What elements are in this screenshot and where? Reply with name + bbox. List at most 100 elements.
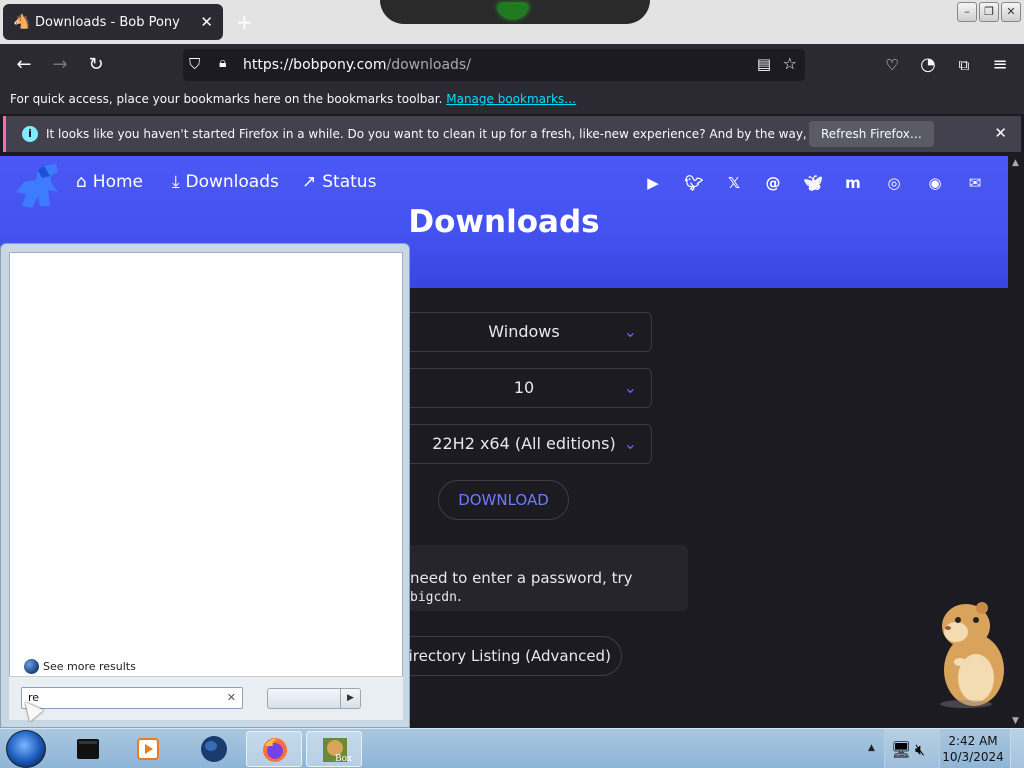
reload-icon[interactable]: ↻	[84, 53, 108, 77]
trending-icon: ↗	[302, 172, 317, 192]
clear-search-icon[interactable]: ✕	[227, 691, 236, 704]
taskbar-app-globe[interactable]	[186, 731, 242, 767]
url-bar[interactable]: ⛉ 🔒︎ https://bobpony.com/downloads/ ▤ ☆	[183, 49, 805, 81]
page-scrollbar[interactable]: ▲ ▼	[1008, 156, 1024, 728]
build-select-value: 22H2 x64 (All editions)	[432, 434, 616, 453]
download-icon: ⤓	[172, 172, 180, 192]
url-host: https://bobpony.com	[243, 57, 387, 73]
discord-icon[interactable]: ◎	[883, 172, 905, 194]
refresh-firefox-button[interactable]: Refresh Firefox…	[809, 121, 934, 147]
hamster-mascot-image[interactable]	[920, 598, 1010, 710]
clock-time: 2:42 AM	[948, 734, 998, 748]
show-desktop-button[interactable]	[1010, 729, 1024, 768]
url-text[interactable]: https://bobpony.com/downloads/	[243, 57, 471, 73]
url-path: /downloads/	[386, 57, 471, 73]
chevron-down-icon: ⌄	[623, 322, 637, 341]
forward-arrow-icon[interactable]: →	[48, 53, 72, 77]
mastodon-icon[interactable]: m	[842, 172, 864, 194]
see-more-results-label: See more results	[43, 660, 136, 673]
start-menu-results-panel: See more results	[9, 252, 403, 720]
clock-date: 10/3/2024	[942, 750, 1004, 764]
tray-overflow-arrow-icon[interactable]: ▲	[868, 743, 875, 753]
globe-icon	[201, 736, 227, 762]
system-tray: 🖥︎ 🔇︎	[884, 729, 940, 768]
taskbar-app-box[interactable]: Box	[306, 731, 362, 767]
extensions-icon[interactable]: ⧉	[952, 53, 976, 77]
navigation-toolbar: ← → ↻ ⛉ 🔒︎ https://bobpony.com/downloads…	[0, 44, 1024, 86]
info-icon: i	[22, 126, 38, 142]
network-icon[interactable]: 🖥︎	[891, 740, 911, 759]
shutdown-button[interactable]: ▶	[267, 688, 361, 709]
lock-icon[interactable]: 🔒︎	[219, 55, 226, 71]
taskbar-app-terminal[interactable]	[60, 731, 116, 767]
os-select-value: Windows	[488, 322, 560, 341]
back-arrow-icon[interactable]: ←	[12, 53, 36, 77]
new-tab-button[interactable]: +	[236, 10, 253, 34]
chevron-down-icon: ⌄	[623, 434, 637, 453]
see-more-results-link[interactable]: See more results	[24, 659, 136, 674]
bookmark-star-icon[interactable]: ☆	[783, 54, 797, 73]
taskbar-app-firefox[interactable]	[246, 731, 302, 767]
manage-bookmarks-link[interactable]: Manage bookmarks…	[446, 92, 576, 106]
home-icon: ⌂	[76, 172, 87, 192]
tab-strip: 🐴 Downloads - Bob Pony ✕ + – ❐ ✕	[0, 0, 1024, 44]
version-select[interactable]: 10 ⌄	[396, 368, 652, 408]
bookmarks-toolbar: For quick access, place your bookmarks h…	[0, 86, 1024, 114]
search-globe-icon	[24, 659, 39, 674]
box-label: Box	[335, 754, 353, 764]
email-icon[interactable]: ✉	[964, 172, 986, 194]
close-notification-icon[interactable]: ✕	[994, 124, 1007, 142]
account-icon[interactable]: ◔	[916, 53, 940, 77]
nav-downloads-link[interactable]: ⤓ Downloads	[172, 172, 279, 192]
twitter-icon[interactable]: 🐦︎	[683, 172, 705, 194]
os-select[interactable]: Windows ⌄	[396, 312, 652, 352]
nav-downloads-label: Downloads	[185, 172, 279, 192]
nav-home-link[interactable]: ⌂ Home	[76, 172, 143, 192]
minimize-button[interactable]: –	[957, 2, 977, 22]
nav-status-label: Status	[322, 172, 377, 192]
download-button[interactable]: DOWNLOAD	[438, 480, 569, 520]
frame-glow	[498, 4, 528, 18]
password-code: bigcdn	[410, 590, 457, 605]
start-menu: See more results re ✕ ▶	[0, 243, 410, 728]
taskbar-clock[interactable]: 2:42 AM 10/3/2024	[938, 733, 1008, 765]
reader-view-icon[interactable]: ▤	[757, 55, 771, 73]
github-icon[interactable]: ◉	[924, 172, 946, 194]
notification-text: It looks like you haven't started Firefo…	[46, 127, 902, 141]
password-hint-end: .	[456, 587, 462, 605]
volume-icon[interactable]: 🔇︎	[915, 740, 925, 760]
pocket-icon[interactable]: ♡	[880, 53, 904, 77]
tab-close-icon[interactable]: ✕	[200, 13, 213, 31]
bluesky-icon[interactable]: 🦋︎	[802, 172, 824, 194]
page-title: Downloads	[408, 204, 600, 240]
bobpony-favicon-icon: 🐴	[13, 14, 31, 30]
shield-icon[interactable]: ⛉	[189, 55, 200, 73]
close-window-button[interactable]: ✕	[1001, 2, 1021, 22]
scroll-up-icon[interactable]: ▲	[1012, 158, 1019, 168]
start-button[interactable]	[6, 730, 46, 768]
black-box-icon	[77, 739, 99, 759]
nav-home-label: Home	[92, 172, 143, 192]
browser-tab[interactable]: 🐴 Downloads - Bob Pony ✕	[3, 4, 223, 40]
tab-title: Downloads - Bob Pony	[35, 14, 180, 30]
media-player-icon	[137, 738, 159, 760]
refresh-notification: i It looks like you haven't started Fire…	[3, 116, 1021, 152]
scroll-down-icon[interactable]: ▼	[1012, 716, 1019, 726]
taskbar: Box ▲ 🖥︎ 🔇︎ 2:42 AM 10/3/2024	[0, 728, 1024, 768]
x-icon[interactable]: 𝕏	[723, 172, 745, 194]
start-menu-footer: re ✕ ▶	[9, 676, 403, 720]
taskbar-app-media-player[interactable]	[120, 731, 176, 767]
menu-icon[interactable]: ≡	[988, 53, 1012, 77]
build-select[interactable]: 22H2 x64 (All editions) ⌄	[396, 424, 652, 464]
bobpony-logo-icon[interactable]	[14, 162, 60, 210]
firefox-icon	[263, 738, 287, 762]
start-search-input[interactable]: re ✕	[21, 687, 243, 709]
password-hint-text: need to enter a password, try	[410, 569, 633, 587]
threads-icon[interactable]: @	[762, 172, 784, 194]
youtube-icon[interactable]: ▶	[642, 172, 664, 194]
shutdown-options-arrow-icon[interactable]: ▶	[340, 689, 360, 708]
directory-listing-button[interactable]: Directory Listing (Advanced)	[386, 636, 622, 676]
nav-status-link[interactable]: ↗ Status	[302, 172, 376, 192]
window-controls: – ❐ ✕	[957, 2, 1021, 22]
maximize-button[interactable]: ❐	[979, 2, 999, 22]
